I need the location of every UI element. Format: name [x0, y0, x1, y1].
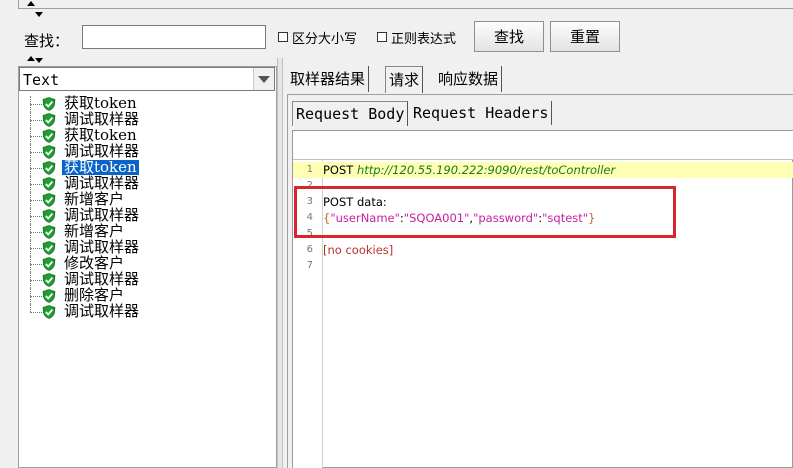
tree-item-label: 调试取样器 — [64, 110, 140, 128]
tree-connector — [30, 104, 42, 105]
reset-button[interactable]: 重置 — [550, 21, 620, 52]
success-shield-icon — [42, 257, 56, 271]
tree-item-label: 调试取样器 — [64, 302, 140, 320]
collapse-up-icon[interactable] — [27, 1, 35, 6]
left-expand-icon[interactable] — [35, 58, 43, 63]
tree-item-label: 调试取样器 — [64, 174, 140, 192]
search-label: 查找： — [24, 32, 70, 50]
tree-connector — [30, 136, 42, 137]
annotation-highlight-box — [294, 186, 676, 238]
code-line: 6 [no cookies] — [293, 242, 793, 258]
tree-connector — [30, 216, 42, 217]
success-shield-icon — [42, 161, 56, 175]
tab-sampler-result[interactable]: 取样器结果 — [287, 66, 370, 92]
tree-connector — [30, 296, 42, 297]
code-line: 1 POST http://120.55.190.222:9090/rest/t… — [293, 162, 793, 178]
code-line: 7 — [293, 258, 793, 274]
tree-connector — [30, 280, 42, 281]
tree-connector — [30, 264, 42, 265]
tree-connector — [30, 168, 42, 169]
tree-item-label: 修改客户 — [64, 254, 125, 272]
line-number: 7 — [306, 260, 313, 271]
success-shield-icon — [42, 129, 56, 143]
tree-item-label: 调试取样器 — [64, 206, 140, 224]
tree-item-label: 获取token — [61, 158, 140, 176]
view-mode-select[interactable]: Text — [19, 67, 275, 91]
tree-item[interactable]: 调试取样器 — [28, 304, 274, 320]
editor-header — [293, 131, 793, 160]
success-shield-icon — [42, 193, 56, 207]
case-sensitive-label: 区分大小写 — [292, 32, 358, 47]
tree-connector — [30, 200, 42, 201]
left-collapse-icon[interactable] — [27, 56, 35, 61]
top-panel-edge — [18, 0, 793, 9]
success-shield-icon — [42, 177, 56, 191]
find-button[interactable]: 查找 — [474, 21, 544, 52]
tree-item-label: 新增客户 — [64, 222, 125, 240]
success-shield-icon — [42, 113, 56, 127]
tree-connector — [30, 184, 42, 185]
pane-splitter[interactable] — [277, 58, 283, 468]
tab-request-body[interactable]: Request Body — [292, 101, 409, 126]
tree-item-label: 获取token — [64, 94, 137, 112]
tree-item-label: 删除客户 — [64, 286, 125, 304]
tree-connector — [30, 120, 42, 121]
tree-connector — [30, 152, 42, 153]
success-shield-icon — [42, 289, 56, 303]
tree-item-label: 新增客户 — [64, 190, 125, 208]
tree-item-label: 调试取样器 — [64, 270, 140, 288]
search-input[interactable] — [82, 25, 266, 49]
request-url: http://120.55.190.222:9090/rest/toContro… — [356, 163, 616, 177]
view-mode-value: Text — [23, 71, 60, 89]
tree-connector — [30, 304, 31, 312]
tab-request-headers[interactable]: Request Headers — [410, 101, 553, 125]
success-shield-icon — [42, 97, 56, 111]
success-shield-icon — [42, 145, 56, 159]
tree-item-label: 调试取样器 — [64, 238, 140, 256]
tree-item-label: 获取token — [64, 126, 137, 144]
top-strip — [0, 0, 793, 20]
cookies-text: [no cookies] — [323, 243, 394, 257]
line-number: 1 — [306, 164, 313, 175]
success-shield-icon — [42, 241, 56, 255]
expand-down-icon[interactable] — [35, 12, 43, 17]
http-method: POST — [323, 163, 354, 177]
success-shield-icon — [42, 225, 56, 239]
tab-request[interactable]: 请求 — [385, 66, 424, 93]
chevron-down-icon — [258, 76, 270, 83]
tab-response-data[interactable]: 响应数据 — [435, 66, 503, 92]
tree-connector — [30, 312, 42, 313]
regex-checkbox[interactable] — [377, 32, 387, 42]
regex-label: 正则表达式 — [391, 32, 457, 47]
dropdown-button[interactable] — [253, 68, 274, 90]
success-shield-icon — [42, 305, 56, 319]
success-shield-icon — [42, 273, 56, 287]
success-shield-icon — [42, 209, 56, 223]
tree-item-label: 调试取样器 — [64, 142, 140, 160]
line-number: 6 — [306, 244, 313, 255]
tree-connector — [30, 248, 42, 249]
sampler-tree: 获取token 调试取样器 获取token 调试取样器 获取token 调试取样器 新增客户… — [28, 96, 274, 320]
tree-connector — [30, 232, 42, 233]
case-sensitive-checkbox[interactable] — [278, 32, 288, 42]
